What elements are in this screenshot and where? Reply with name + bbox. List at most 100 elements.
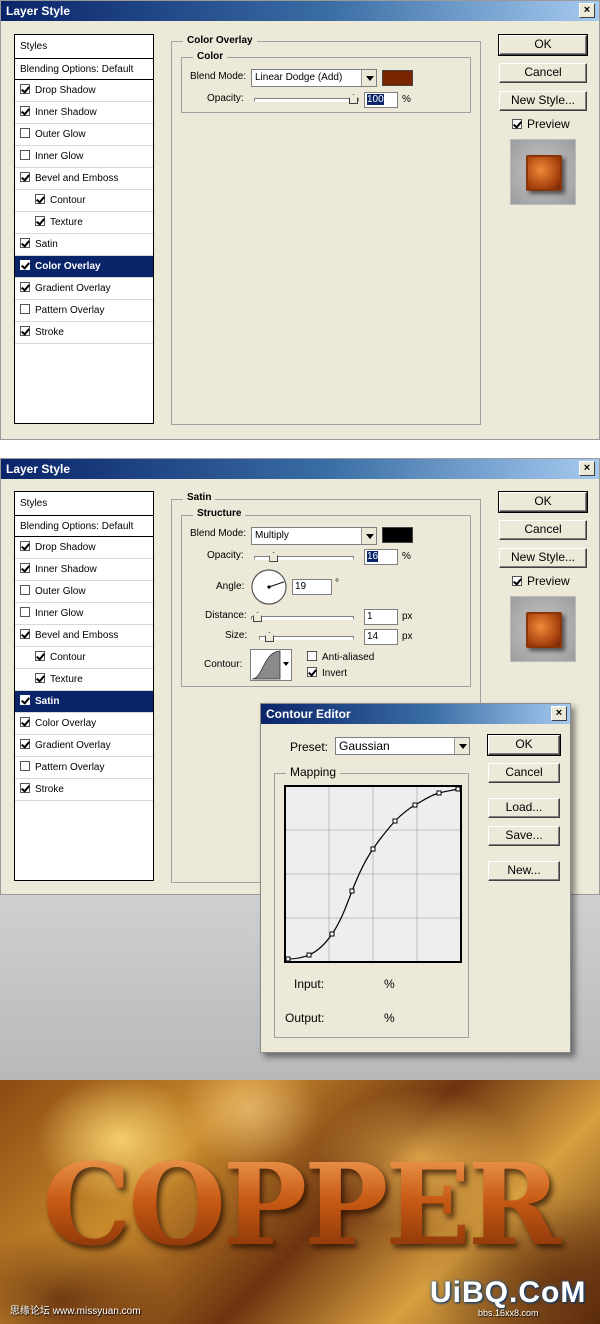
curve-point — [370, 846, 376, 852]
checkbox[interactable] — [512, 576, 522, 586]
style-item[interactable]: Inner Shadow — [15, 102, 153, 124]
style-item[interactable]: Stroke — [15, 322, 153, 344]
uibq-subtitle: bbs.16xx8.com — [478, 1308, 539, 1318]
close-button[interactable]: × — [579, 3, 595, 18]
checkbox[interactable] — [20, 304, 30, 314]
new-style-button[interactable]: New Style... — [499, 548, 587, 568]
style-item[interactable]: Drop Shadow — [15, 80, 153, 102]
new-style-button[interactable]: New Style... — [499, 91, 587, 111]
ok-button[interactable]: OK — [487, 734, 561, 756]
style-item[interactable]: Styles — [15, 492, 153, 516]
style-item[interactable]: Texture — [15, 669, 153, 691]
opacity-input[interactable]: 16 — [364, 549, 398, 565]
preset-select[interactable]: Gaussian — [335, 737, 470, 755]
checkbox[interactable] — [20, 739, 30, 749]
style-item[interactable]: Inner Glow — [15, 146, 153, 168]
checkbox[interactable] — [35, 673, 45, 683]
load-button[interactable]: Load... — [488, 798, 560, 818]
contour-picker[interactable] — [250, 649, 292, 681]
cancel-button[interactable]: Cancel — [499, 63, 587, 83]
style-item-label: Bevel and Emboss — [35, 173, 119, 184]
checkbox[interactable] — [20, 172, 30, 182]
checkbox[interactable] — [20, 326, 30, 336]
style-item[interactable]: Bevel and Emboss — [15, 168, 153, 190]
checkbox[interactable] — [20, 84, 30, 94]
style-item[interactable]: Contour — [15, 647, 153, 669]
checkbox[interactable] — [20, 541, 30, 551]
checkbox[interactable] — [20, 695, 30, 705]
style-item[interactable]: Pattern Overlay — [15, 300, 153, 322]
distance-slider[interactable] — [251, 612, 354, 622]
contour-curve-graph[interactable] — [284, 785, 462, 963]
close-button[interactable]: × — [579, 461, 595, 476]
invert-checkbox[interactable]: Invert — [307, 667, 347, 680]
style-item-label: Inner Shadow — [35, 107, 97, 118]
style-item[interactable]: Color Overlay — [15, 256, 153, 278]
size-input[interactable]: 14 — [364, 629, 398, 645]
checkbox[interactable] — [512, 119, 522, 129]
ok-button[interactable]: OK — [498, 491, 588, 513]
checkbox[interactable] — [20, 128, 30, 138]
style-item[interactable]: Outer Glow — [15, 124, 153, 146]
blend-mode-select[interactable]: Linear Dodge (Add) — [251, 69, 377, 87]
opacity-slider[interactable] — [254, 94, 359, 104]
checkbox[interactable] — [35, 194, 45, 204]
checkbox[interactable] — [20, 238, 30, 248]
checkbox[interactable] — [20, 761, 30, 771]
style-item[interactable]: Blending Options: Default — [15, 59, 153, 80]
style-item[interactable]: Satin — [15, 691, 153, 713]
checkbox[interactable] — [20, 629, 30, 639]
checkbox[interactable] — [20, 106, 30, 116]
checkbox[interactable] — [20, 783, 30, 793]
style-item-label: Satin — [35, 696, 60, 707]
opacity-input[interactable]: 100 — [364, 92, 398, 108]
checkbox[interactable] — [307, 651, 317, 661]
checkbox[interactable] — [20, 717, 30, 727]
style-item[interactable]: Texture — [15, 212, 153, 234]
distance-input[interactable]: 1 — [364, 609, 398, 625]
style-item[interactable]: Gradient Overlay — [15, 735, 153, 757]
style-item[interactable]: Drop Shadow — [15, 537, 153, 559]
preview-checkbox[interactable]: Preview — [512, 575, 570, 587]
style-item[interactable]: Stroke — [15, 779, 153, 801]
size-slider[interactable] — [259, 632, 354, 642]
checkbox[interactable] — [307, 667, 317, 677]
style-item[interactable]: Inner Glow — [15, 603, 153, 625]
style-item-label: Gradient Overlay — [35, 283, 111, 294]
cancel-button[interactable]: Cancel — [488, 763, 560, 783]
style-item[interactable]: Outer Glow — [15, 581, 153, 603]
overlay-color-swatch[interactable] — [382, 70, 413, 86]
style-item[interactable]: Pattern Overlay — [15, 757, 153, 779]
style-item[interactable]: Contour — [15, 190, 153, 212]
style-item[interactable]: Styles — [15, 35, 153, 59]
anti-aliased-checkbox[interactable]: Anti-aliased — [307, 651, 374, 664]
checkbox[interactable] — [20, 282, 30, 292]
style-item[interactable]: Color Overlay — [15, 713, 153, 735]
cancel-button[interactable]: Cancel — [499, 520, 587, 540]
checkbox[interactable] — [20, 260, 30, 270]
checkbox[interactable] — [20, 563, 30, 573]
angle-dial[interactable] — [250, 568, 288, 606]
checkbox[interactable] — [20, 607, 30, 617]
new-button[interactable]: New... — [488, 861, 560, 881]
checkbox[interactable] — [35, 216, 45, 226]
checkbox[interactable] — [20, 585, 30, 595]
blend-mode-select[interactable]: Multiply — [251, 527, 377, 545]
opacity-slider[interactable] — [254, 552, 354, 562]
group-title: Color — [193, 51, 228, 63]
layer-style-dialog-color-overlay: Layer Style × Styles Blending Options: De… — [0, 0, 600, 440]
style-item[interactable]: Blending Options: Default — [15, 516, 153, 537]
style-item[interactable]: Satin — [15, 234, 153, 256]
checkbox[interactable] — [35, 651, 45, 661]
checkbox[interactable] — [20, 150, 30, 160]
style-item[interactable]: Inner Shadow — [15, 559, 153, 581]
style-item[interactable]: Gradient Overlay — [15, 278, 153, 300]
ok-button[interactable]: OK — [498, 34, 588, 56]
preview-checkbox[interactable]: Preview — [512, 118, 570, 130]
close-button[interactable]: × — [551, 706, 567, 721]
satin-color-swatch[interactable] — [382, 527, 413, 543]
save-button[interactable]: Save... — [488, 826, 560, 846]
angle-input[interactable]: 19 — [292, 579, 332, 595]
style-item[interactable]: Bevel and Emboss — [15, 625, 153, 647]
output-percent: % — [384, 1011, 395, 1025]
